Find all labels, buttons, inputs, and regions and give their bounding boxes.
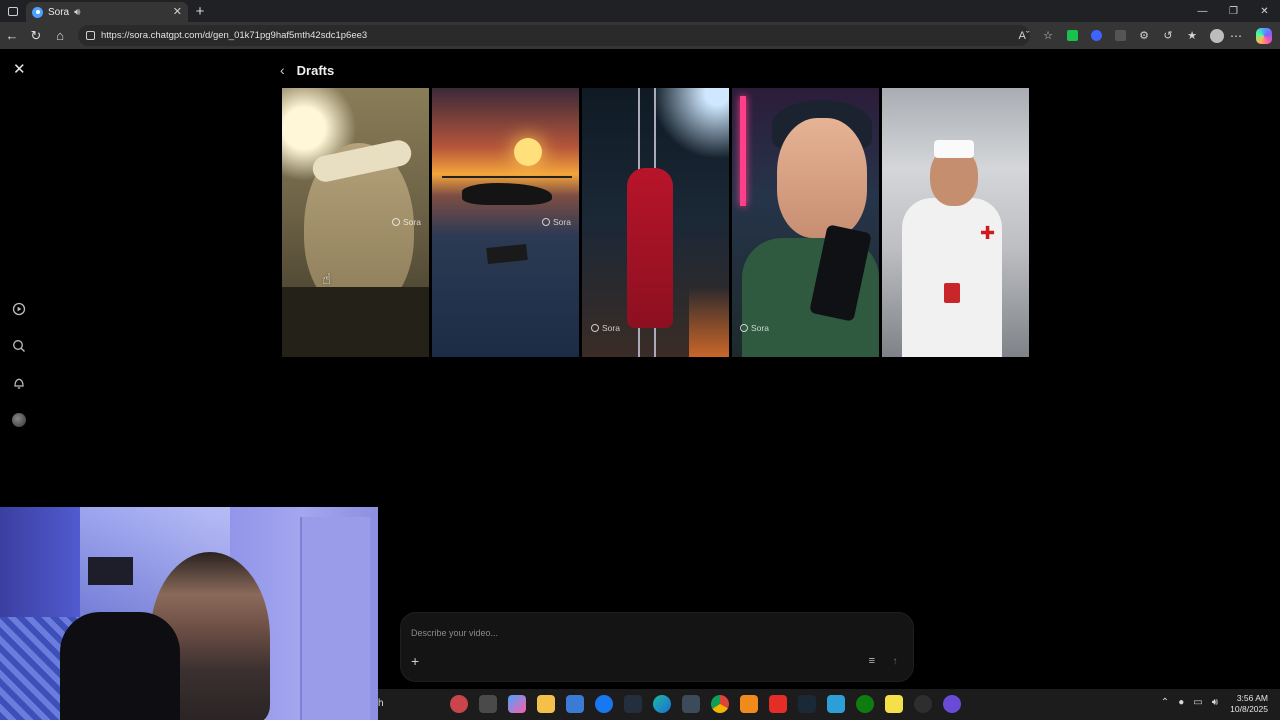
- tab-title: Sora: [48, 6, 70, 18]
- octopus-app-icon[interactable]: [450, 695, 468, 713]
- tab-close-icon[interactable]: ✕: [173, 5, 182, 18]
- video-icon[interactable]: [11, 301, 27, 317]
- xbox-icon[interactable]: [856, 695, 874, 713]
- draft-thumbnail-3[interactable]: Sora: [582, 88, 729, 357]
- sora-watermark: Sora: [591, 323, 620, 333]
- microphone-icon[interactable]: ●: [1178, 697, 1184, 708]
- webcam-overlay: [0, 507, 378, 720]
- search-icon[interactable]: [11, 338, 27, 354]
- chatgpt-app-icon[interactable]: [914, 695, 932, 713]
- drafts-header: ‹ Drafts: [280, 62, 334, 78]
- calculator-icon[interactable]: [682, 695, 700, 713]
- extension-blue-icon[interactable]: [1084, 22, 1108, 49]
- lock-icon: [86, 31, 95, 40]
- speaker-icon[interactable]: 🔊︎: [74, 7, 80, 18]
- sidebar-rail: [11, 301, 27, 428]
- task-view-icon[interactable]: [479, 695, 497, 713]
- system-tray: ⌃ ● ▭ 🔊︎: [1161, 697, 1218, 708]
- draft-thumbnail-1[interactable]: Sora: [282, 88, 429, 357]
- draft-thumbnail-2[interactable]: Sora: [432, 88, 579, 357]
- restore-icon[interactable]: ❐: [1218, 0, 1249, 22]
- extension-green-icon[interactable]: [1060, 22, 1084, 49]
- refresh-icon[interactable]: ↻: [24, 22, 48, 49]
- tab-actions-button[interactable]: [0, 0, 26, 22]
- favorite-star-icon[interactable]: ☆: [1036, 22, 1060, 49]
- draft-thumbnail-5[interactable]: ✚: [882, 88, 1029, 357]
- settings-sliders-icon[interactable]: ≡: [869, 655, 875, 667]
- hand-cursor-icon: ☝: [322, 271, 332, 288]
- display-icon[interactable]: ▭: [1193, 697, 1202, 708]
- browser-tab-bar: Sora 🔊︎ ✕ + — ❐ ✕: [0, 0, 1280, 22]
- bell-icon[interactable]: [11, 375, 27, 391]
- sync-icon[interactable]: ↺: [1156, 22, 1180, 49]
- add-attachment-icon[interactable]: +: [411, 653, 419, 669]
- sticky-notes-icon[interactable]: [885, 695, 903, 713]
- taskbar-pinned-apps: [450, 695, 961, 713]
- sora-favicon-icon: [32, 6, 43, 18]
- back-chevron-icon[interactable]: ‹: [280, 62, 285, 78]
- steam-icon[interactable]: [798, 695, 816, 713]
- profile-avatar[interactable]: [1210, 29, 1224, 43]
- vlc-icon[interactable]: [740, 695, 758, 713]
- clock-time: 3:56 AM: [1236, 693, 1268, 703]
- extensions-puzzle-icon[interactable]: ⚙: [1132, 22, 1156, 49]
- copilot-icon[interactable]: [1256, 28, 1272, 44]
- store-icon[interactable]: [566, 695, 584, 713]
- new-tab-button[interactable]: +: [188, 0, 212, 22]
- sora-watermark: Sora: [542, 217, 571, 227]
- facebook-icon[interactable]: [595, 695, 613, 713]
- send-arrow-icon[interactable]: ↑: [887, 653, 903, 669]
- more-menu-icon[interactable]: ⋯: [1226, 22, 1246, 49]
- back-arrow-icon[interactable]: ←: [0, 22, 24, 49]
- file-explorer-icon[interactable]: [537, 695, 555, 713]
- sora-watermark: Sora: [740, 323, 769, 333]
- taskbar-search-text[interactable]: h: [378, 698, 384, 709]
- volume-icon[interactable]: 🔊︎: [1212, 697, 1218, 708]
- url-text: https://sora.chatgpt.com/d/gen_01k71pg9h…: [101, 30, 368, 41]
- browser-toolbar: ← ↻ ⌂ https://sora.chatgpt.com/d/gen_01k…: [0, 22, 1280, 49]
- avatar[interactable]: [11, 412, 27, 428]
- taskbar-clock[interactable]: 3:56 AM 10/8/2025: [1230, 693, 1268, 715]
- window-close-icon[interactable]: ✕: [1249, 0, 1280, 22]
- tray-chevron-icon[interactable]: ⌃: [1161, 697, 1169, 708]
- amazon-icon[interactable]: [624, 695, 642, 713]
- minimize-icon[interactable]: —: [1187, 0, 1218, 22]
- toolbar-extensions: Aˇ ☆ ⚙ ↺ ★ ◇: [1012, 22, 1228, 49]
- close-icon[interactable]: ✕: [13, 60, 26, 78]
- cortana-app-icon[interactable]: [943, 695, 961, 713]
- home-icon[interactable]: ⌂: [48, 22, 72, 49]
- windows-taskbar: h ⌃ ● ▭ 🔊︎ 3:56 AM 10/8/2025: [378, 689, 1280, 720]
- youtube-icon[interactable]: [769, 695, 787, 713]
- favorites-icon[interactable]: ★: [1180, 22, 1204, 49]
- clock-date: 10/8/2025: [1230, 704, 1268, 714]
- extension-s-icon[interactable]: [1108, 22, 1132, 49]
- prompt-composer: + ≡ ↑: [400, 612, 914, 682]
- prompt-input[interactable]: [411, 625, 901, 641]
- address-bar[interactable]: https://sora.chatgpt.com/d/gen_01k71pg9h…: [78, 25, 1030, 46]
- sora-watermark: Sora: [392, 217, 421, 227]
- vpn-app-icon[interactable]: [827, 695, 845, 713]
- copilot-app-icon[interactable]: [508, 695, 526, 713]
- read-aloud-icon[interactable]: Aˇ: [1012, 22, 1036, 49]
- window-controls: — ❐ ✕: [1187, 0, 1280, 22]
- page-title: Drafts: [296, 62, 335, 78]
- edge-browser-icon[interactable]: [653, 695, 671, 713]
- draft-thumbnail-4[interactable]: Sora: [732, 88, 879, 357]
- chrome-icon[interactable]: [711, 695, 729, 713]
- drafts-grid: Sora Sora Sora Sora ✚: [282, 88, 1029, 357]
- browser-tab-sora[interactable]: Sora 🔊︎ ✕: [26, 2, 188, 22]
